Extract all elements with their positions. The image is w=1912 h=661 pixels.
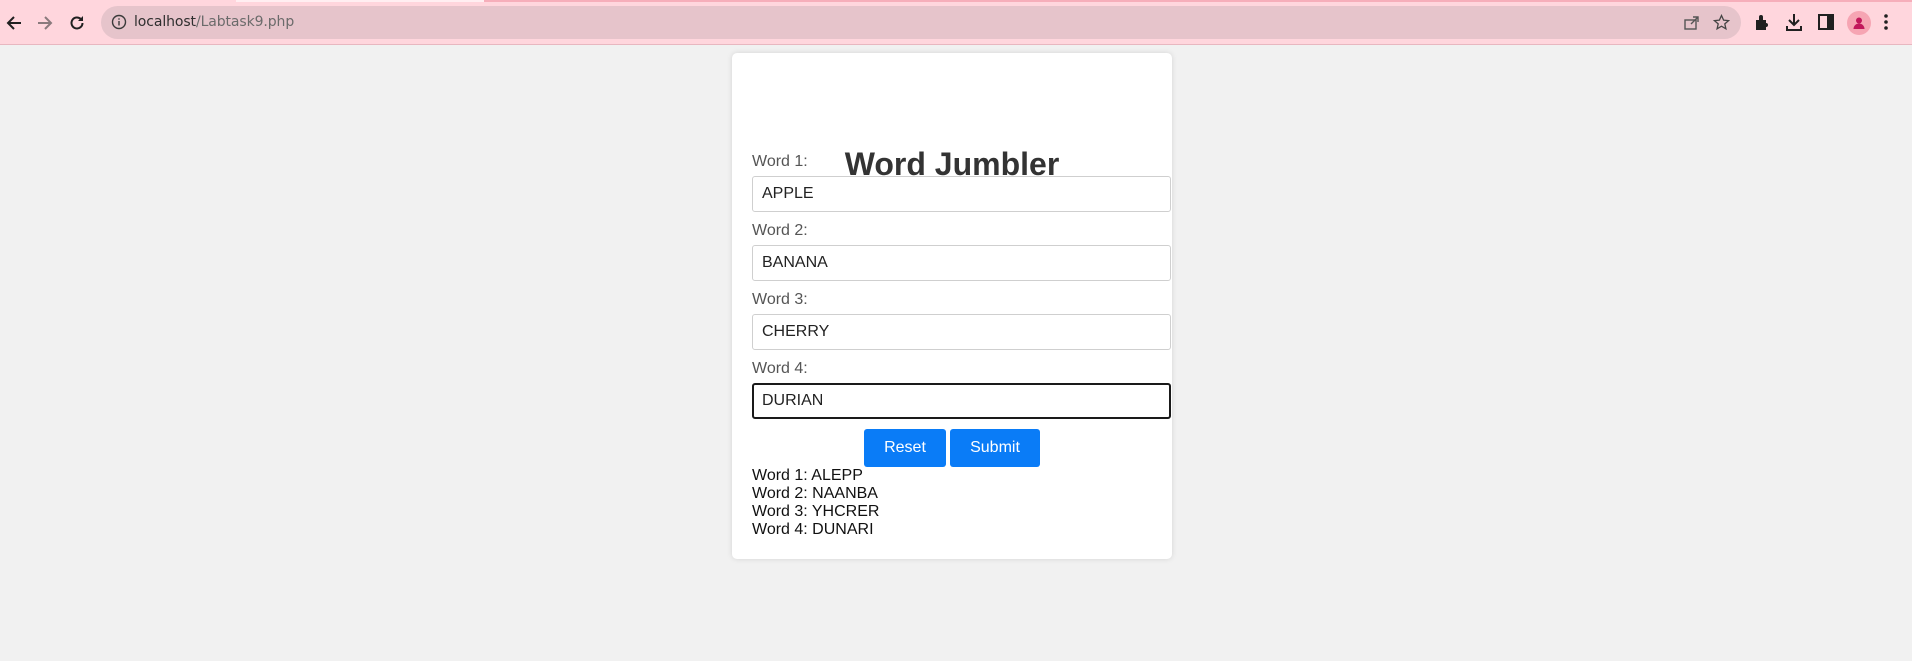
word-1-label: Word 1: (752, 153, 808, 170)
browser-toolbar: localhost/Labtask9.php (0, 0, 1912, 45)
word-2-label: Word 2: (752, 222, 808, 239)
url-host: localhost (134, 14, 196, 30)
reset-button[interactable]: Reset (864, 429, 946, 467)
tab-strip-edge-right (484, 0, 1912, 2)
url-text: localhost/Labtask9.php (134, 14, 294, 30)
result-word-2: Word 2: NAANBA (752, 485, 878, 502)
jumbler-card: Word Jumbler Word 1: Word 2: Word 3: Wor… (732, 53, 1172, 559)
result-word-1: Word 1: ALEPP (752, 467, 863, 484)
word-2-input[interactable] (752, 245, 1171, 281)
share-icon[interactable] (1683, 14, 1700, 36)
word-4-input[interactable] (752, 383, 1171, 419)
menu-icon[interactable] (1883, 12, 1889, 37)
reload-icon[interactable] (65, 11, 89, 35)
extensions-icon[interactable] (1752, 12, 1772, 37)
star-icon[interactable] (1712, 13, 1731, 36)
submit-button[interactable]: Submit (950, 429, 1040, 467)
result-word-3: Word 3: YHCRER (752, 503, 880, 520)
side-panel-icon[interactable] (1816, 12, 1836, 37)
download-icon[interactable] (1784, 12, 1804, 37)
word-3-input[interactable] (752, 314, 1171, 350)
forward-icon[interactable] (33, 11, 57, 35)
back-icon[interactable] (2, 11, 26, 35)
url-path: /Labtask9.php (195, 14, 295, 30)
word-3-label: Word 3: (752, 291, 808, 308)
result-word-4: Word 4: DUNARI (752, 521, 874, 538)
word-4-label: Word 4: (752, 360, 808, 377)
word-1-input[interactable] (752, 176, 1171, 212)
tab-strip-edge (236, 0, 484, 2)
info-icon[interactable] (111, 14, 127, 35)
results-list: Word 1: ALEPP Word 2: NAANBA Word 3: YHC… (752, 467, 879, 539)
profile-icon[interactable] (1847, 11, 1871, 35)
address-bar[interactable]: localhost/Labtask9.php (101, 6, 1741, 39)
